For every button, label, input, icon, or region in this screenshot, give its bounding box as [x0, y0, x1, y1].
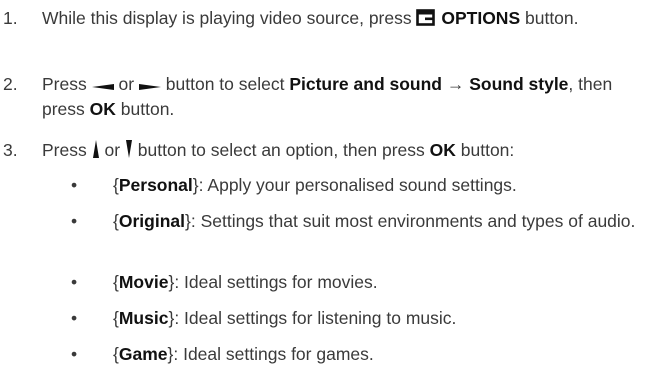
step-3: 3. Press or button to select an option, … [0, 138, 654, 163]
step-text: While this display is playing video sour… [42, 8, 579, 28]
step-1: 1. While this display is playing video s… [0, 6, 654, 56]
path-arrow: → [446, 74, 465, 94]
right-arrow-icon [138, 84, 161, 90]
left-arrow-icon [91, 84, 114, 90]
options-button-label: OPTIONS [441, 8, 521, 28]
step-2: 2. Press or button to select Picture and… [0, 72, 654, 122]
list-item: • {Movie}: Ideal settings for movies. [71, 270, 654, 295]
step-number: 3. [3, 140, 18, 160]
step-number: 2. [3, 74, 18, 94]
list-item: • {Game}: Ideal settings for games. [71, 342, 654, 367]
list-item: • {Original}: Settings that suit most en… [71, 209, 654, 259]
bullet-dot: • [71, 211, 78, 231]
bullet-dot: • [71, 344, 78, 364]
down-arrow-icon [125, 140, 132, 158]
instruction-list: 1. While this display is playing video s… [0, 0, 654, 379]
step-text: Press or button to select Picture and so… [42, 74, 613, 119]
list-item: • {Personal}: Apply your personalised so… [71, 173, 654, 198]
step-number: 1. [3, 8, 18, 28]
bullet-dot: • [71, 175, 78, 195]
options-icon [416, 9, 436, 26]
bullet-dot: • [71, 308, 78, 328]
up-arrow-icon [92, 140, 99, 158]
step-text: Press or button to select an option, the… [42, 140, 515, 160]
list-item: • {Music}: Ideal settings for listening … [71, 306, 654, 331]
bullet-dot: • [71, 272, 78, 292]
